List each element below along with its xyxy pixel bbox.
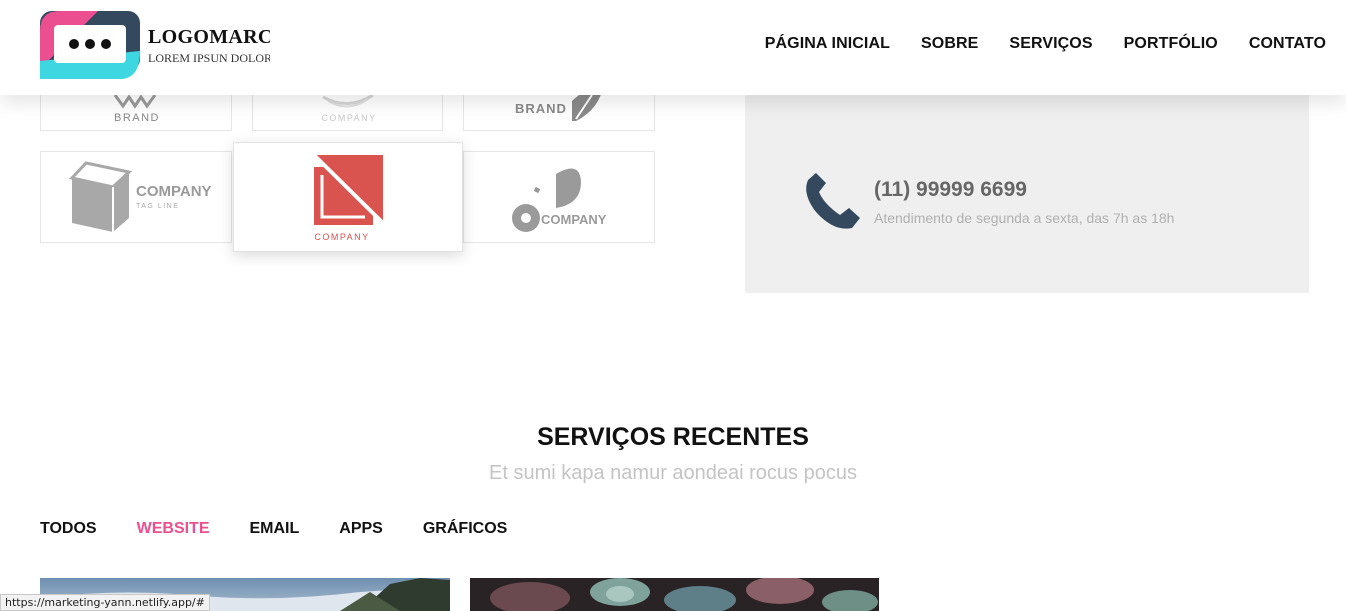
logo-title: LOGOMARCA [148,26,270,48]
svg-text:BRAND: BRAND [114,112,160,124]
nav-link-home[interactable]: PÁGINA INICIAL [765,35,890,53]
site-header: LOGOMARCA LOREM IPSUN DOLOR PÁGINA INICI… [0,0,1346,95]
succulent-image [470,578,879,611]
opening-hours: Atendimento de segunda a sexta, das 7h a… [874,210,1175,226]
svg-text:COMPANY: COMPANY [321,113,376,123]
status-bar-url: https://marketing-yann.netlify.app/# [0,594,210,611]
filter-website[interactable]: WEBSITE [137,520,210,538]
chat-bubble-logo-icon [40,11,140,79]
svg-text:COMPANY: COMPANY [136,183,212,200]
brand-cube-icon: COMPANY TAG LINE [69,161,212,232]
phone-icon [806,173,860,229]
nav-link-portfolio[interactable]: PORTFÓLIO [1124,35,1218,53]
brand-logo-card[interactable]: COMPANY [463,151,655,243]
phone-number[interactable]: (11) 99999 6699 [874,178,1027,202]
filter-email[interactable]: EMAIL [250,520,300,538]
filter-apps[interactable]: APPS [339,520,383,538]
brand-logo-card-active[interactable]: COMPANY [233,142,463,252]
section-subtitle: Et sumi kapa namur aondeai rocus pocus [489,462,857,484]
main-nav: PÁGINA INICIAL SOBRE SERVIÇOS PORTFÓLIO … [765,35,1326,53]
svg-text:COMPANY: COMPANY [314,232,369,242]
svg-text:TAG LINE: TAG LINE [136,203,179,210]
section-title: SERVIÇOS RECENTES [537,423,809,451]
nav-link-contact[interactable]: CONTATO [1249,35,1326,53]
svg-text:COMPANY: COMPANY [541,212,607,227]
brand-square-icon: COMPANY [312,153,385,242]
brand-logo-card[interactable]: COMPANY TAG LINE [40,151,232,243]
logo-subtitle: LOREM IPSUN DOLOR [148,51,270,65]
portfolio-thumbnail[interactable] [470,578,879,611]
contact-info-box: (11) 99999 6699 Atendimento de segunda a… [745,95,1309,293]
brand-drop-icon: COMPANY [512,168,607,232]
svg-text:BRAND: BRAND [515,101,567,116]
site-logo[interactable]: LOGOMARCA LOREM IPSUN DOLOR [40,11,270,81]
nav-link-services[interactable]: SERVIÇOS [1009,35,1092,53]
portfolio-filters: TODOS WEBSITE EMAIL APPS GRÁFICOS [40,520,507,538]
filter-all[interactable]: TODOS [40,520,97,538]
filter-graphics[interactable]: GRÁFICOS [423,520,507,538]
nav-link-about[interactable]: SOBRE [921,35,978,53]
